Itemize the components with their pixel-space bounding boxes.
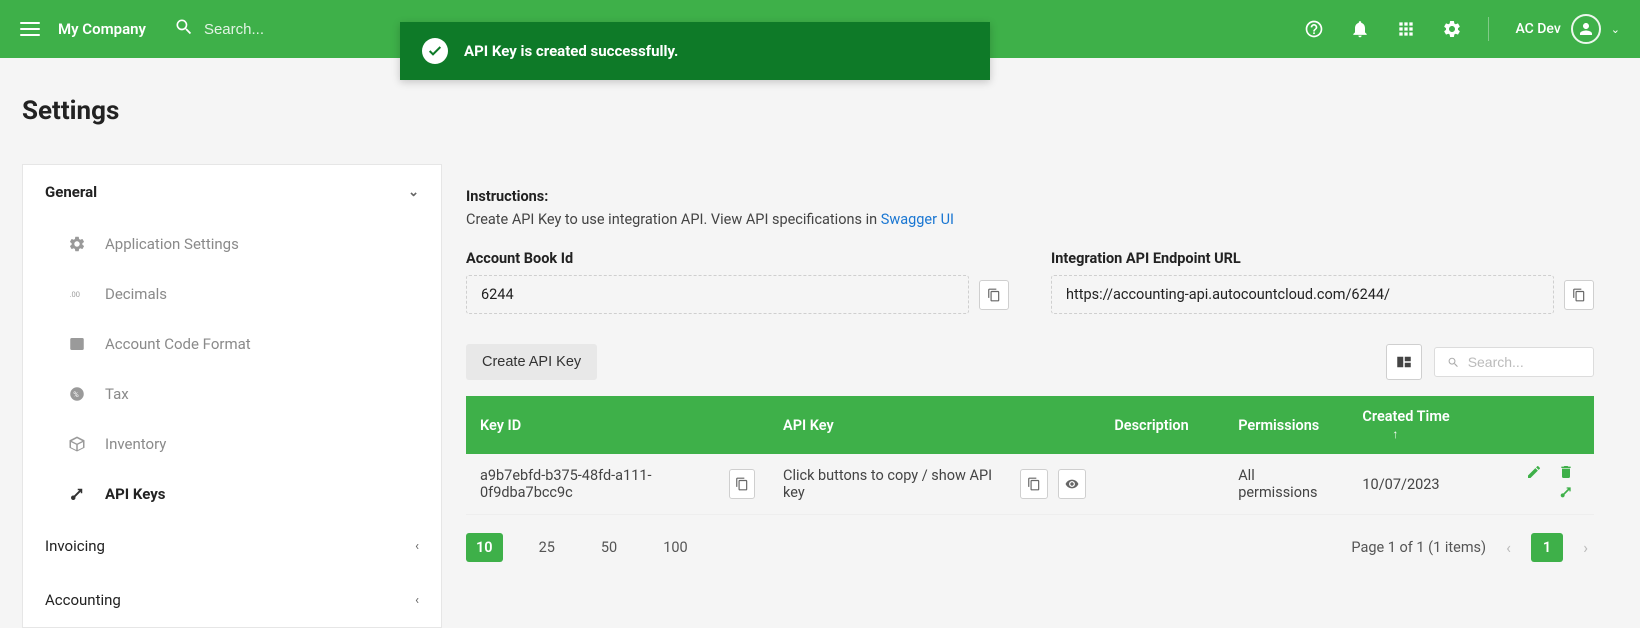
col-key-id[interactable]: Key ID	[466, 396, 769, 454]
pager-current-page[interactable]: 1	[1531, 533, 1563, 562]
bell-icon[interactable]	[1350, 19, 1370, 39]
decimals-icon: .00	[67, 285, 87, 303]
cell-key-id: a9b7ebfd-b375-48fd-a111-0f9dba7bcc9c	[480, 467, 709, 501]
header-divider	[1488, 17, 1489, 41]
sidebar-item-inventory[interactable]: Inventory	[23, 419, 441, 469]
copy-key-id-button[interactable]	[729, 469, 755, 499]
sidebar-item-label: Tax	[105, 385, 129, 403]
apps-icon[interactable]	[1396, 19, 1416, 39]
menu-icon[interactable]	[20, 22, 40, 36]
page-size-selector: 10 25 50 100	[466, 533, 698, 562]
page-size-50[interactable]: 50	[591, 533, 627, 562]
sidebar-item-application-settings[interactable]: Application Settings	[23, 219, 441, 269]
page-size-10[interactable]: 10	[466, 533, 503, 562]
key-icon	[67, 485, 87, 503]
chevron-down-icon: ⌄	[1611, 23, 1620, 36]
table-row: a9b7ebfd-b375-48fd-a111-0f9dba7bcc9c Cli…	[466, 454, 1594, 515]
sidebar-section-accounting[interactable]: Accounting ‹	[23, 573, 441, 627]
code-format-icon	[67, 335, 87, 353]
toast-message: API Key is created successfully.	[464, 42, 678, 60]
page-size-25[interactable]: 25	[529, 533, 565, 562]
sidebar-item-api-keys[interactable]: API Keys	[23, 469, 441, 519]
show-api-key-button[interactable]	[1058, 469, 1086, 499]
copy-account-book-button[interactable]	[979, 280, 1009, 310]
cell-permissions: All permissions	[1224, 454, 1348, 515]
company-name[interactable]: My Company	[58, 20, 146, 38]
cell-api-key-hint: Click buttons to copy / show API key	[783, 467, 1000, 501]
app-header: My Company AC Dev ⌄	[0, 0, 1640, 58]
account-book-label: Account Book Id	[466, 250, 1009, 267]
sidebar-item-tax[interactable]: % Tax	[23, 369, 441, 419]
chevron-left-icon: ‹	[415, 539, 419, 554]
instructions-label: Instructions:	[466, 188, 1594, 205]
chevron-left-icon: ‹	[415, 593, 419, 608]
gear-icon[interactable]	[1442, 19, 1462, 39]
user-name: AC Dev	[1515, 21, 1560, 37]
copy-api-key-button[interactable]	[1020, 469, 1048, 499]
cell-created: 10/07/2023	[1348, 454, 1486, 515]
col-api-key[interactable]: API Key	[769, 396, 1100, 454]
api-keys-table: Key ID API Key Description Permissions C…	[466, 396, 1594, 515]
percent-icon: %	[67, 385, 87, 403]
sidebar-section-label: General	[45, 183, 97, 201]
copy-endpoint-button[interactable]	[1564, 280, 1594, 310]
page-title: Settings	[22, 96, 1618, 126]
check-circle-icon	[422, 38, 448, 64]
sidebar-section-invoicing[interactable]: Invoicing ‹	[23, 519, 441, 573]
help-icon[interactable]	[1304, 19, 1324, 39]
endpoint-url-value: https://accounting-api.autocountcloud.co…	[1051, 275, 1554, 314]
delete-row-button[interactable]	[1558, 464, 1574, 480]
edit-row-button[interactable]	[1526, 464, 1542, 480]
sidebar-section-general[interactable]: General ⌄	[23, 165, 441, 219]
user-menu[interactable]: AC Dev ⌄	[1515, 14, 1620, 44]
instructions-text: Create API Key to use integration API. V…	[466, 211, 1594, 228]
pager-prev-button[interactable]: ‹	[1500, 534, 1517, 561]
pager-next-button[interactable]: ›	[1577, 534, 1594, 561]
sidebar-item-label: Inventory	[105, 435, 166, 453]
pager-summary: Page 1 of 1 (1 items)	[1351, 539, 1486, 556]
success-toast: API Key is created successfully.	[400, 22, 990, 80]
table-search-input[interactable]	[1468, 354, 1581, 370]
box-icon	[67, 435, 87, 453]
col-permissions[interactable]: Permissions	[1224, 396, 1348, 454]
col-description[interactable]: Description	[1100, 396, 1224, 454]
account-book-id-value: 6244	[466, 275, 969, 314]
avatar	[1571, 14, 1601, 44]
sidebar-item-label: Account Code Format	[105, 335, 251, 353]
sort-asc-icon: ↑	[1392, 427, 1398, 441]
table-search[interactable]	[1434, 347, 1594, 377]
col-actions	[1487, 396, 1594, 454]
settings-sidebar: General ⌄ Application Settings .00 Decim…	[22, 164, 442, 628]
page-size-100[interactable]: 100	[653, 533, 697, 562]
main-content: Instructions: Create API Key to use inte…	[442, 164, 1618, 562]
endpoint-label: Integration API Endpoint URL	[1051, 250, 1594, 267]
sidebar-item-account-code-format[interactable]: Account Code Format	[23, 319, 441, 369]
global-search-input[interactable]	[204, 21, 364, 38]
pager: 10 25 50 100 Page 1 of 1 (1 items) ‹ 1 ›	[466, 533, 1594, 562]
swagger-link[interactable]: Swagger UI	[881, 211, 954, 228]
svg-text:.00: .00	[70, 290, 80, 299]
cell-description	[1100, 454, 1224, 515]
col-created-time[interactable]: Created Time ↑	[1348, 396, 1486, 454]
svg-text:%: %	[73, 390, 79, 399]
column-chooser-button[interactable]	[1386, 344, 1422, 380]
sidebar-item-label: Decimals	[105, 285, 167, 303]
sidebar-item-label: API Keys	[105, 485, 165, 503]
create-api-key-button[interactable]: Create API Key	[466, 344, 597, 380]
gear-icon	[67, 235, 87, 253]
chevron-down-icon: ⌄	[408, 185, 419, 200]
search-icon[interactable]	[174, 17, 194, 41]
regenerate-key-button[interactable]	[1558, 484, 1574, 500]
sidebar-item-decimals[interactable]: .00 Decimals	[23, 269, 441, 319]
sidebar-section-label: Invoicing	[45, 537, 105, 555]
sidebar-section-label: Accounting	[45, 591, 121, 609]
sidebar-item-label: Application Settings	[105, 235, 239, 253]
